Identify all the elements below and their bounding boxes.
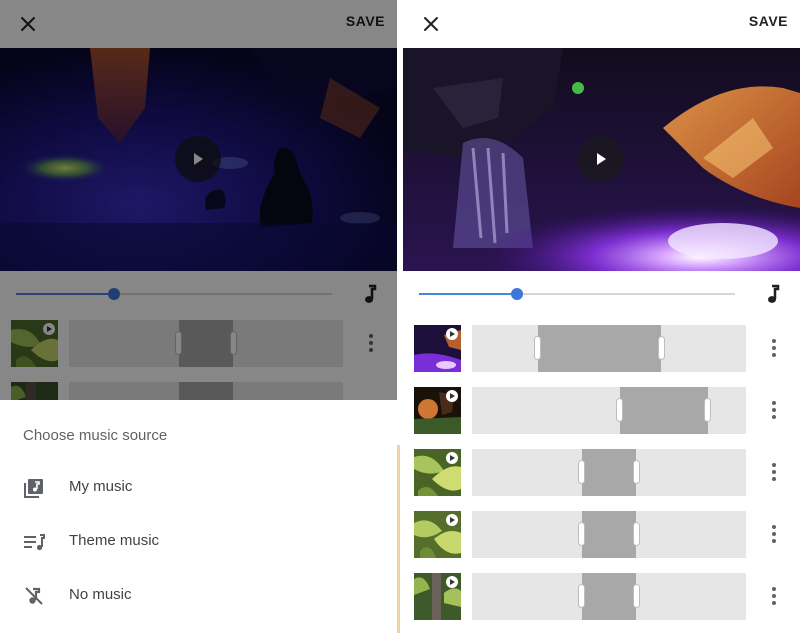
clip-row <box>403 449 800 497</box>
clip-row <box>403 325 800 373</box>
clip-play-icon <box>446 452 458 464</box>
video-preview[interactable] <box>403 48 800 271</box>
clip-thumbnail[interactable] <box>414 573 461 620</box>
music-off-icon <box>22 584 46 608</box>
clip-more-button[interactable] <box>762 584 786 608</box>
trim-selection[interactable] <box>537 325 662 372</box>
trim-start-handle[interactable] <box>534 336 542 360</box>
clip-trim-bar[interactable] <box>472 511 746 558</box>
clip-trim-bar[interactable] <box>472 325 746 372</box>
more-vert-icon <box>772 525 776 529</box>
clip-row <box>403 387 800 435</box>
playback-scrubber-row <box>403 271 800 319</box>
playlist-music-icon <box>22 530 46 554</box>
music-library-icon <box>22 476 46 500</box>
left-editor-panel: SAVE Choose music source My music Theme … <box>0 0 397 633</box>
clip-more-button[interactable] <box>762 398 786 422</box>
trim-start-handle[interactable] <box>616 398 624 422</box>
trim-start-handle[interactable] <box>578 522 586 546</box>
trim-end-handle[interactable] <box>657 336 665 360</box>
music-note-icon <box>768 284 780 303</box>
play-button[interactable] <box>578 136 624 182</box>
clip-more-button[interactable] <box>762 336 786 360</box>
option-label: My music <box>69 478 133 495</box>
clip-thumbnail[interactable] <box>414 325 461 372</box>
scrubber-thumb[interactable] <box>510 288 523 300</box>
more-vert-icon <box>772 463 776 467</box>
clip-trim-bar[interactable] <box>472 387 746 434</box>
trim-end-handle[interactable] <box>632 584 640 608</box>
save-button[interactable]: SAVE <box>749 13 788 29</box>
clip-play-icon <box>446 328 458 340</box>
more-vert-icon <box>772 587 776 591</box>
clip-trim-bar[interactable] <box>472 449 746 496</box>
clip-more-button[interactable] <box>762 522 786 546</box>
clip-more-button[interactable] <box>762 460 786 484</box>
trim-selection[interactable] <box>581 449 637 496</box>
scrubber-progress <box>419 293 517 295</box>
clip-row <box>403 511 800 559</box>
close-button[interactable] <box>417 10 445 38</box>
trim-selection[interactable] <box>581 573 637 620</box>
trim-start-handle[interactable] <box>578 584 586 608</box>
panel-divider-accent <box>397 445 400 633</box>
music-source-sheet: Choose music source My music Theme music… <box>0 400 397 633</box>
trim-end-handle[interactable] <box>632 460 640 484</box>
clip-trim-bar[interactable] <box>472 573 746 620</box>
clip-thumbnail[interactable] <box>414 511 461 558</box>
trim-selection[interactable] <box>619 387 708 434</box>
trim-start-handle[interactable] <box>578 460 586 484</box>
trim-end-handle[interactable] <box>704 398 712 422</box>
trim-end-handle[interactable] <box>632 522 640 546</box>
clip-thumbnail[interactable] <box>414 387 461 434</box>
sheet-title: Choose music source <box>23 427 168 444</box>
playback-scrubber[interactable] <box>419 288 735 300</box>
option-label: Theme music <box>69 532 160 549</box>
clip-play-icon <box>446 390 458 402</box>
more-vert-icon <box>772 339 776 343</box>
clip-row <box>403 573 800 621</box>
right-editor-panel: SAVE <box>403 0 800 633</box>
top-bar: SAVE <box>403 0 800 48</box>
close-icon <box>424 17 438 31</box>
option-no-music[interactable]: No music <box>0 569 397 623</box>
option-label: No music <box>69 586 132 603</box>
option-theme-music[interactable]: Theme music <box>0 515 397 569</box>
option-my-music[interactable]: My music <box>0 461 397 515</box>
trim-selection[interactable] <box>581 511 637 558</box>
play-icon <box>597 153 606 165</box>
clip-play-icon <box>446 576 458 588</box>
more-vert-icon <box>772 401 776 405</box>
clip-play-icon <box>446 514 458 526</box>
clip-thumbnail[interactable] <box>414 449 461 496</box>
music-button[interactable] <box>760 281 786 307</box>
dimming-scrim[interactable] <box>0 0 397 400</box>
